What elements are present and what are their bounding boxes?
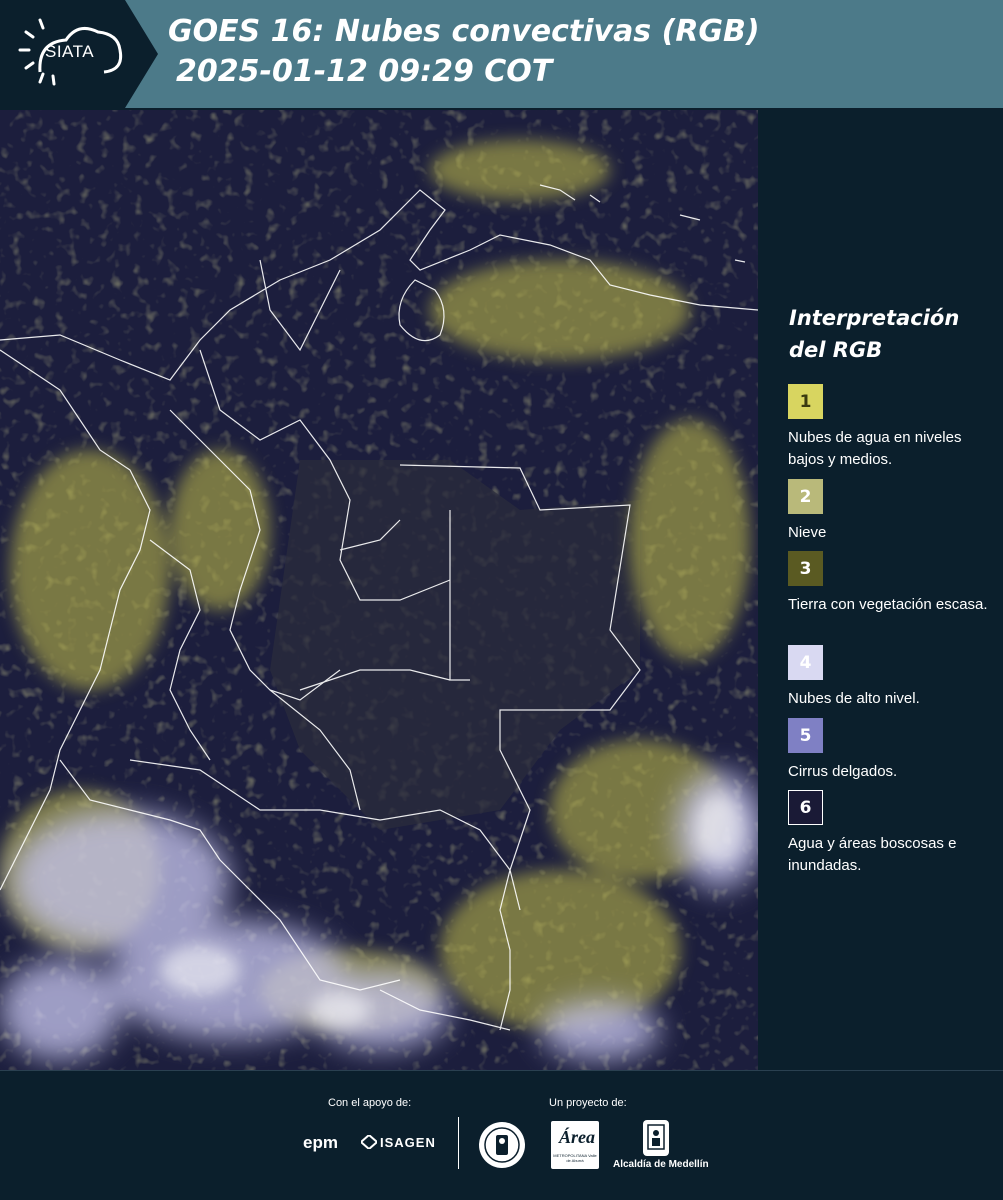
page-timestamp: 2025-01-12 09:29 COT [176,54,553,89]
legend-item-4: 4 Nubes de alto nivel. [788,645,998,710]
satellite-map [0,110,758,1070]
legend-desc-3: Tierra con vegetación escasa. [788,596,988,613]
legend-swatch-6: 6 [788,790,823,825]
footer-sponsors: Con el apoyo de: Un proyecto de: epm ISA… [0,1070,1003,1200]
legend-desc-6: Agua y áreas boscosas e inundadas. [788,835,957,874]
legend-item-2: 2 Nieve [788,479,998,544]
legend-swatch-1: 1 [788,384,823,419]
medellin-seal-icon [478,1121,526,1174]
alcaldia-shield-icon [642,1119,670,1162]
page-title: GOES 16: Nubes convectivas (RGB) [168,14,760,49]
legend-swatch-2: 2 [788,479,823,514]
legend-item-6: 6 Agua y áreas boscosas e inundadas. [788,790,998,877]
legend-desc-4: Nubes de alto nivel. [788,690,920,707]
legend-swatch-5: 5 [788,718,823,753]
legend-desc-2: Nieve [788,524,827,541]
legend-title: Interpretación del RGB [789,306,960,362]
support-label: Con el apoyo de: [328,1097,412,1109]
legend-swatch-3: 3 [788,551,823,586]
siata-logo-text: SIATA [45,42,95,61]
isagen-icon [359,1133,379,1154]
legend-item-5: 5 Cirrus delgados. [788,718,998,783]
legend-item-3: 3 Tierra con vegetación escasa. [788,551,998,616]
footer-divider [458,1117,459,1169]
legend-panel: Interpretación del RGB 1 Nubes de agua e… [760,110,1003,1070]
legend-desc-1: Nubes de agua en niveles bajos y medios. [788,429,962,468]
epm-logo: epm [303,1133,338,1152]
legend-item-1: 1 Nubes de agua en niveles bajos y medio… [788,384,998,471]
legend-desc-5: Cirrus delgados. [788,763,898,780]
amva-logo-subtext: METROPOLITANA Valle de Aburrá [553,1153,597,1163]
amva-logo-text: Área [559,1127,595,1147]
siata-logo: SIATA [0,0,160,108]
project-label: Un proyecto de: [549,1097,627,1109]
amva-logo: Área METROPOLITANA Valle de Aburrá [551,1121,599,1169]
isagen-logo: ISAGEN [380,1135,436,1150]
header-bar: SIATA GOES 16: Nubes convectivas (RGB) 2… [0,0,1003,108]
legend-swatch-4: 4 [788,645,823,680]
alcaldia-logo-text: Alcaldía de Medellín [613,1159,709,1170]
